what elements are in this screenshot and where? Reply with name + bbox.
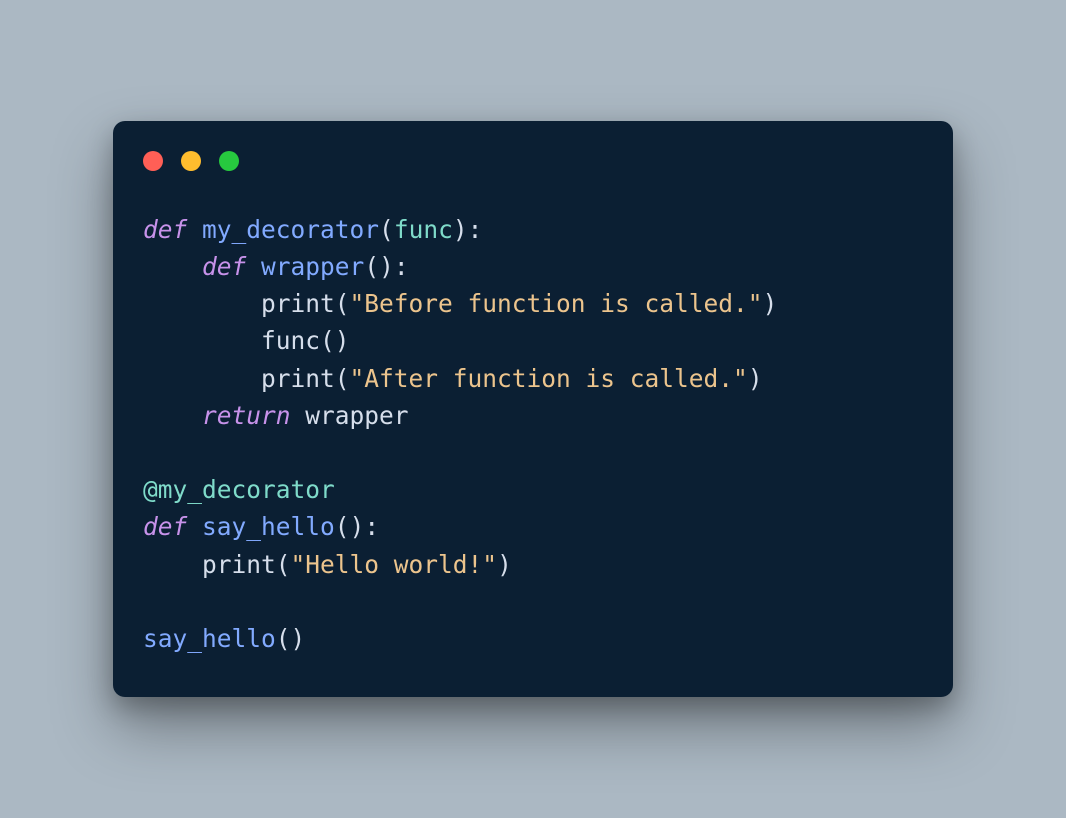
fn-wrapper: wrapper <box>261 252 364 281</box>
fn-my-decorator: my_decorator <box>202 215 379 244</box>
string-hello: "Hello world!" <box>291 550 498 579</box>
keyword-def: def <box>143 512 187 541</box>
window-controls <box>143 151 923 171</box>
keyword-return: return <box>202 401 291 430</box>
call-say-hello: say_hello <box>143 624 276 653</box>
keyword-def: def <box>143 215 187 244</box>
code-window: def my_decorator(func): def wrapper(): p… <box>113 121 953 698</box>
call-print: print <box>261 364 335 393</box>
maximize-icon[interactable] <box>219 151 239 171</box>
close-icon[interactable] <box>143 151 163 171</box>
call-func: func <box>261 326 320 355</box>
minimize-icon[interactable] <box>181 151 201 171</box>
string-after: "After function is called." <box>350 364 748 393</box>
call-print: print <box>202 550 276 579</box>
keyword-def: def <box>202 252 246 281</box>
fn-say-hello: say_hello <box>202 512 335 541</box>
decorator: @my_decorator <box>143 475 335 504</box>
call-print: print <box>261 289 335 318</box>
string-before: "Before function is called." <box>350 289 763 318</box>
param-func: func <box>394 215 453 244</box>
code-block: def my_decorator(func): def wrapper(): p… <box>143 211 923 658</box>
return-wrapper: wrapper <box>305 401 408 430</box>
